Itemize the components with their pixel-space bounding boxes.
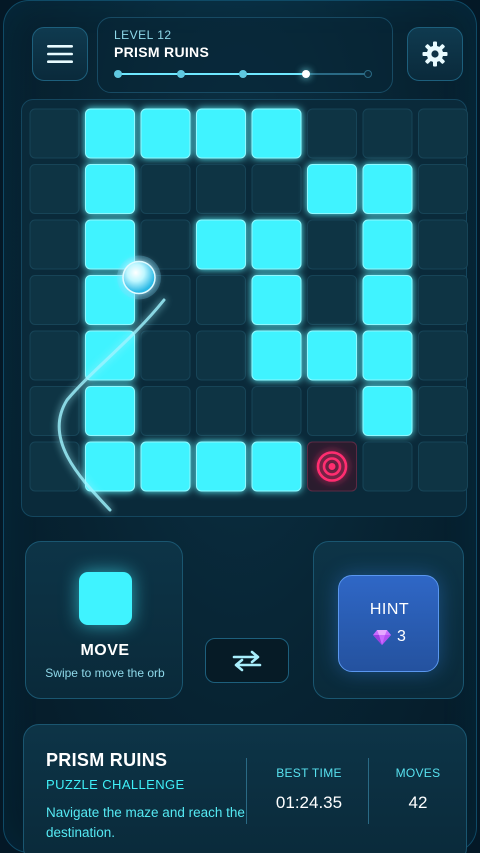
lit-tile [85,441,135,492]
game-frame: LEVEL 12 PRISM RUINS MOVE Swipe to move … [3,0,477,853]
target-center [328,463,336,470]
dark-tile [418,219,468,270]
dark-tile [362,108,413,159]
move-label: MOVE [80,642,130,659]
lit-tile [140,108,191,159]
info-subtitle: PUZZLE CHALLENGE [46,777,185,792]
dark-tile [140,386,191,436]
lit-tile [85,108,135,159]
moves-label: MOVES [395,766,441,780]
level-info-card: PRISM RUINS PUZZLE CHALLENGE Navigate th… [23,724,467,853]
lit-tile [140,441,191,492]
lit-tile [85,164,135,214]
best-time-value: 01:24.35 [275,793,343,812]
info-divider [246,758,247,824]
puzzle-board[interactable] [21,99,468,517]
swap-arrows-icon [232,650,262,671]
info-title: PRISM RUINS [46,750,168,770]
hint-button[interactable]: HINT 3 [338,575,439,672]
dark-tile [251,386,302,436]
progress-dot [114,70,122,78]
settings-button[interactable] [407,27,463,81]
lit-tile [362,330,413,381]
dark-tile [307,386,357,436]
lit-tile [85,386,135,436]
dark-tile [196,386,246,436]
lit-tile [251,219,302,270]
dark-tile [140,330,191,381]
best-time-label: BEST TIME [276,766,342,780]
info-divider [368,758,369,824]
dark-tile [307,275,357,325]
board-grid [29,108,468,512]
hamburger-menu-icon [47,45,73,63]
dark-tile [418,441,468,492]
lit-tile [307,330,357,381]
level-progress-track [114,70,372,78]
dark-tile [196,330,246,381]
dark-tile [418,108,468,159]
lit-tile [196,219,246,270]
lit-tile [362,386,413,436]
menu-button[interactable] [32,27,88,81]
moves-value: 42 [408,793,428,812]
lit-tile [196,108,246,159]
lit-tile [307,164,357,214]
lit-tile [251,330,302,381]
lit-tile [362,275,413,325]
progress-dot [364,70,372,78]
move-hint: Swipe to move the orb [45,666,165,680]
lit-tile [196,441,246,492]
gem-icon [373,630,392,645]
hint-panel: HINT 3 [313,541,464,699]
dark-tile [29,108,80,159]
dark-tile [29,275,80,325]
dark-tile [29,164,80,214]
hint-count-row: 3 [339,628,440,646]
dark-tile [140,164,191,214]
progress-dot [301,70,310,78]
player-orb[interactable] [122,260,156,295]
lit-tile [362,164,413,214]
dark-tile [196,164,246,214]
dark-tile [196,275,246,325]
info-description: Navigate the maze and reach the destinat… [46,805,245,840]
swap-button[interactable] [205,638,289,683]
level-info: LEVEL 12 PRISM RUINS [97,17,393,93]
level-name: PRISM RUINS [114,44,210,60]
progress-dot [176,70,185,78]
lit-tile [362,219,413,270]
lit-tile [251,275,302,325]
progress-dot [239,70,247,78]
dark-tile [29,219,80,270]
dark-tile [307,108,357,159]
dark-tile [418,330,468,381]
hint-count: 3 [397,628,406,645]
hint-label: HINT [369,601,410,618]
dark-tile [418,164,468,214]
dark-tile [418,275,468,325]
move-pad[interactable] [79,572,132,625]
move-control[interactable]: MOVE Swipe to move the orb [25,541,183,699]
dark-tile [29,330,80,381]
level-number: LEVEL 12 [114,28,172,42]
dark-tile [362,441,413,492]
dark-tile [251,164,302,214]
lit-tile [251,108,302,159]
level-progress-fill [118,73,306,75]
lit-tile [251,441,302,492]
gear-icon [422,41,448,67]
dark-tile [418,386,468,436]
dark-tile [307,219,357,270]
